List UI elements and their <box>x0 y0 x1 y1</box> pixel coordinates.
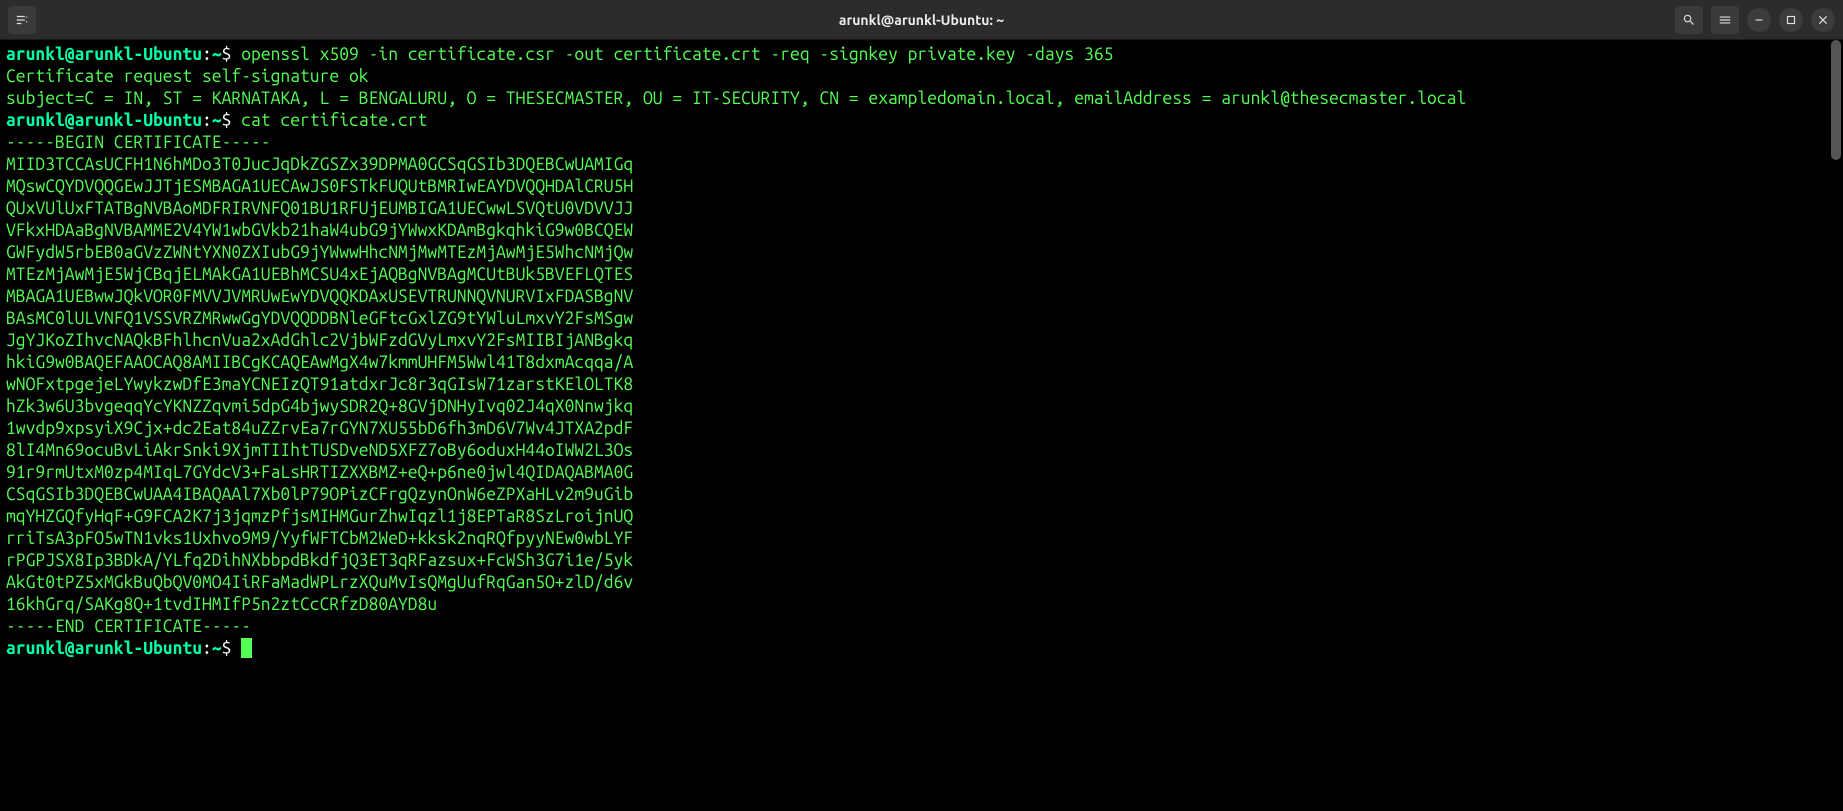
minimize-button[interactable] <box>1747 8 1771 32</box>
close-button[interactable] <box>1811 8 1835 32</box>
terminal-output-line: QUxVUlUxFTATBgNVBAoMDFRIRVNFQ01BU1RFUjEU… <box>6 198 1837 220</box>
terminal-output-line: mqYHZGQfyHqF+G9FCA2K7j3jqmzPfjsMIHMGurZh… <box>6 506 1837 528</box>
terminal-output-line: hZk3w6U3bvgeqqYcYKNZZqvmi5dpG4bjwySDR2Q+… <box>6 396 1837 418</box>
terminal-line: arunkl@arunkl-Ubuntu:~$ cat certificate.… <box>6 110 1837 132</box>
terminal-output-line: AkGt0tPZ5xMGkBuQbQV0MO4IiRFaMadWPLrzXQuM… <box>6 572 1837 594</box>
search-button[interactable] <box>1675 6 1703 34</box>
terminal-output-line: MIID3TCCAsUCFH1N6hMDo3T0JucJqDkZGSZx39DP… <box>6 154 1837 176</box>
terminal-output-line: GWFydW5rbEB0aGVzZWNtYXN0ZXIubG9jYWwwHhcN… <box>6 242 1837 264</box>
terminal-prompt: arunkl@arunkl-Ubuntu:~$ <box>6 638 1837 660</box>
prompt-userhost: arunkl@arunkl-Ubuntu <box>6 111 202 130</box>
terminal-line: arunkl@arunkl-Ubuntu:~$ openssl x509 -in… <box>6 44 1837 66</box>
command-text: openssl x509 -in certificate.csr -out ce… <box>241 45 1113 64</box>
terminal-output-line: JgYJKoZIhvcNAQkBFhlhcnVua2xAdGhlc2VjbWFz… <box>6 330 1837 352</box>
prompt-path: ~ <box>212 45 222 64</box>
terminal-output-line: wNOFxtpgejeLYwykzwDfE3maYCNEIzQT91atdxrJ… <box>6 374 1837 396</box>
terminal-output-line: VFkxHDAaBgNVBAMME2V4YW1wbGVkb21haW4ubG9j… <box>6 220 1837 242</box>
window-titlebar: arunkl@arunkl-Ubuntu: ~ <box>0 0 1843 40</box>
terminal-output-line: 91r9rmUtxM0zp4MIqL7GYdcV3+FaLsHRTIZXXBMZ… <box>6 462 1837 484</box>
prompt-path: ~ <box>212 111 222 130</box>
terminal-output-line: MBAGA1UEBwwJQkVOR0FMVVJVMRUwEwYDVQQKDAxU… <box>6 286 1837 308</box>
terminal-output-line: 1wvdp9xpsyiX9Cjx+dc2Eat84uZZrvEa7rGYN7XU… <box>6 418 1837 440</box>
terminal-output-line: hkiG9w0BAQEFAAOCAQ8AMIIBCgKCAQEAwMgX4w7k… <box>6 352 1837 374</box>
terminal-output-line: subject=C = IN, ST = KARNATAKA, L = BENG… <box>6 88 1837 110</box>
terminal-output-line: -----END CERTIFICATE----- <box>6 616 1837 638</box>
scrollbar-thumb[interactable] <box>1831 40 1841 160</box>
menu-button[interactable] <box>1711 6 1739 34</box>
terminal-output-line: 8lI4Mn69ocuBvLiAkrSnki9XjmTIIhtTUSDveND5… <box>6 440 1837 462</box>
terminal-output-line: 16khGrq/SAKg8Q+1tvdIHMIfP5n2ztCcCRfzD80A… <box>6 594 1837 616</box>
terminal-output-line: rPGPJSX8Ip3BDkA/YLfq2DihNXbbpdBkdfjQ3ET3… <box>6 550 1837 572</box>
terminal-output-line: MTEzMjAwMjE5WjCBqjELMAkGA1UEBhMCSU4xEjAQ… <box>6 264 1837 286</box>
command-text: cat certificate.crt <box>241 111 427 130</box>
titlebar-left <box>8 6 36 34</box>
terminal-output-line: CSqGSIb3DQEBCwUAA4IBAQAAl7Xb0lP79OPizCFr… <box>6 484 1837 506</box>
terminal-output-line: rriTsA3pFO5wTN1vks1Uxhvo9M9/YyfWFTCbM2We… <box>6 528 1837 550</box>
cursor <box>241 638 252 658</box>
maximize-button[interactable] <box>1779 8 1803 32</box>
titlebar-right <box>1675 6 1835 34</box>
window-title: arunkl@arunkl-Ubuntu: ~ <box>839 12 1004 28</box>
terminal-output-line: -----BEGIN CERTIFICATE----- <box>6 132 1837 154</box>
terminal-output[interactable]: arunkl@arunkl-Ubuntu:~$ openssl x509 -in… <box>0 40 1843 811</box>
new-tab-button[interactable] <box>8 6 36 34</box>
terminal-output-line: MQswCQYDVQQGEwJJTjESMBAGA1UECAwJS0FSTkFU… <box>6 176 1837 198</box>
terminal-output-line: Certificate request self-signature ok <box>6 66 1837 88</box>
terminal-output-line: BAsMC0lULVNFQ1VSSVRZMRwwGgYDVQQDDBNleGFt… <box>6 308 1837 330</box>
prompt-userhost: arunkl@arunkl-Ubuntu <box>6 45 202 64</box>
